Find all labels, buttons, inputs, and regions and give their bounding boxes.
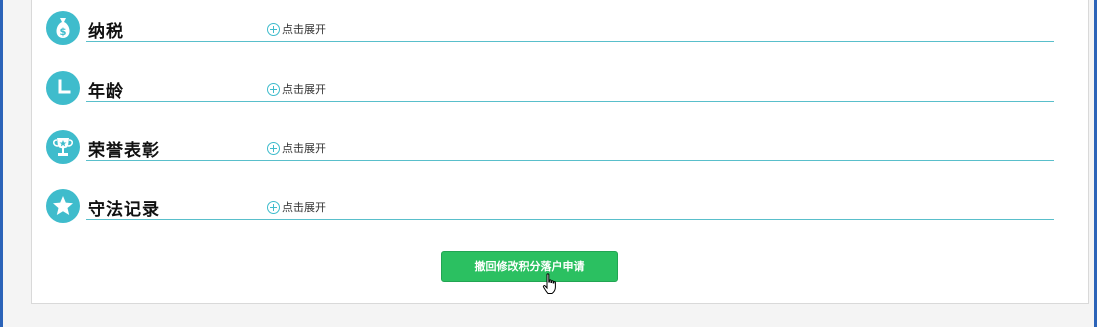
- clock-icon: [46, 71, 80, 105]
- trophy-icon: [46, 130, 80, 164]
- plus-circle-icon: [267, 200, 280, 214]
- section-age: 年龄 点击展开: [46, 71, 1054, 111]
- expand-toggle[interactable]: 点击展开: [267, 21, 326, 37]
- plus-circle-icon: [267, 141, 280, 155]
- section-title: 守法记录: [88, 200, 160, 220]
- svg-text:$: $: [60, 27, 67, 38]
- plus-circle-icon: [267, 22, 280, 36]
- expand-label: 点击展开: [282, 23, 326, 36]
- expand-label: 点击展开: [282, 201, 326, 214]
- revoke-application-button[interactable]: 撤回修改积分落户申请: [441, 251, 618, 282]
- section-honors: 荣誉表彰 点击展开: [46, 130, 1054, 170]
- expand-label: 点击展开: [282, 142, 326, 155]
- money-bag-icon: $: [46, 11, 80, 45]
- section-divider: [86, 41, 1054, 42]
- section-divider: [86, 219, 1054, 220]
- section-title: 荣誉表彰: [88, 141, 160, 161]
- section-title: 年龄: [88, 82, 124, 102]
- section-divider: [86, 160, 1054, 161]
- expand-toggle[interactable]: 点击展开: [267, 199, 326, 215]
- section-tax: $ 纳税 点击展开: [46, 11, 1054, 51]
- expand-toggle[interactable]: 点击展开: [267, 81, 326, 97]
- section-law-record: 守法记录 点击展开: [46, 189, 1054, 229]
- section-title: 纳税: [88, 22, 124, 42]
- window-left-border: [0, 0, 3, 327]
- section-divider: [86, 101, 1054, 102]
- expand-toggle[interactable]: 点击展开: [267, 140, 326, 156]
- plus-circle-icon: [267, 82, 280, 96]
- expand-label: 点击展开: [282, 83, 326, 96]
- star-icon: [46, 189, 80, 223]
- hand-pointer-icon: [542, 273, 558, 299]
